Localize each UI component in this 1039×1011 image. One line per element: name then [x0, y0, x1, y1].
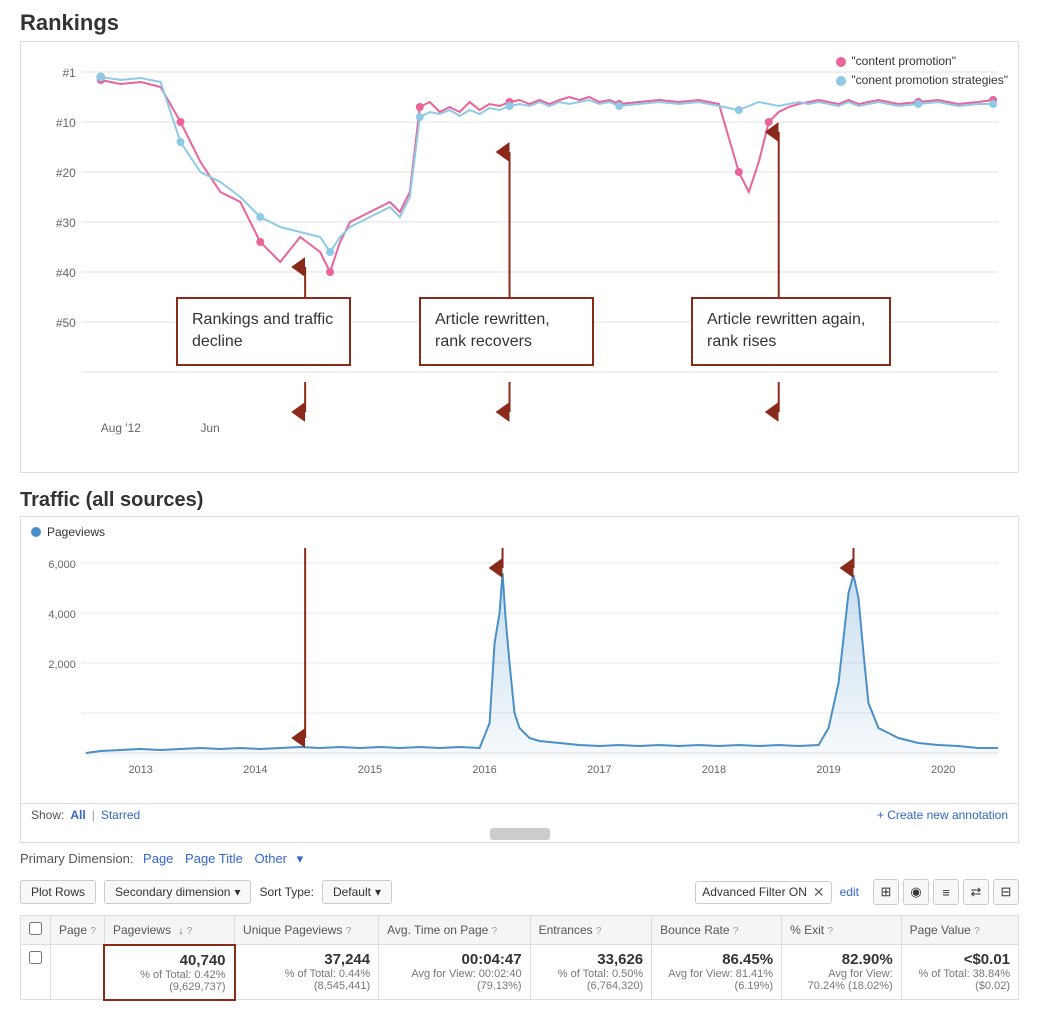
svg-text:#1: #1	[63, 66, 77, 80]
show-starred-link[interactable]: Starred	[101, 808, 140, 822]
th-entrances: Entrances ?	[530, 916, 652, 945]
annotation-box-1: Rankings and traffic decline	[176, 297, 351, 366]
sort-type-label: Sort Type:	[259, 885, 313, 899]
help-icon-3: ?	[346, 926, 352, 937]
traffic-chart: 6,000 4,000 2,000 2013 2014 2015 2016 20…	[21, 543, 1018, 803]
rankings-chart-section: "content promotion" "conent promotion st…	[20, 41, 1019, 473]
row-bounce-rate: 86.45% Avg for View: 81.41% (6.19%)	[652, 945, 782, 1000]
scroll-handle	[21, 826, 1018, 842]
plot-rows-button[interactable]: Plot Rows	[20, 880, 96, 904]
traffic-title: Traffic (all sources)	[20, 481, 1019, 516]
default-sort-button[interactable]: Default ▾	[322, 880, 392, 904]
show-all-link[interactable]: All	[70, 808, 85, 822]
th-bounce-rate: Bounce Rate ?	[652, 916, 782, 945]
traffic-legend-label: Pageviews	[47, 525, 105, 539]
th-page-value: Page Value ?	[901, 916, 1018, 945]
traffic-svg: 6,000 4,000 2,000 2013 2014 2015 2016 20…	[21, 543, 1018, 783]
primary-dim-label: Primary Dimension:	[20, 851, 133, 866]
rankings-chart: #1 #10 #20 #30 #40 #50 Aug '12 Jun	[21, 42, 1018, 472]
svg-text:2017: 2017	[587, 764, 611, 776]
chevron-down-icon: ▾	[234, 885, 240, 899]
traffic-chart-container: Pageviews 6,000 4,000 2,000 2013	[20, 516, 1019, 843]
compare-view-button[interactable]: ⇄	[963, 879, 989, 905]
row-checkbox-cell	[21, 945, 51, 1000]
row-page-value: <$0.01 % of Total: 38.84% ($0.02)	[901, 945, 1018, 1000]
th-page: Page ?	[51, 916, 105, 945]
row-unique-pageviews: 37,244 % of Total: 0.44% (8,545,441)	[235, 945, 379, 1000]
th-pct-exit: % Exit ?	[782, 916, 902, 945]
data-table: Page ? Pageviews ↓ ? Unique Pageviews ? …	[20, 915, 1019, 1001]
svg-text:Jun: Jun	[200, 421, 219, 435]
svg-text:#40: #40	[56, 266, 76, 280]
traffic-legend-dot	[31, 527, 41, 537]
row-pct-exit: 82.90% Avg for View: 70.24% (18.02%)	[782, 945, 902, 1000]
svg-text:#50: #50	[56, 316, 76, 330]
row-checkbox[interactable]	[29, 951, 42, 964]
help-icon-8: ?	[974, 926, 980, 937]
help-icon: ?	[90, 926, 96, 937]
row-entrances: 33,626 % of Total: 0.50% (6,764,320)	[530, 945, 652, 1000]
rankings-svg: #1 #10 #20 #30 #40 #50 Aug '12 Jun	[21, 42, 1018, 472]
annotation-box-2: Article rewritten, rank recovers	[419, 297, 594, 366]
filter-clear-button[interactable]: ✕	[813, 884, 825, 901]
svg-text:6,000: 6,000	[48, 559, 75, 571]
traffic-section: Traffic (all sources) Pageviews 6,000	[20, 481, 1019, 1001]
scroll-button[interactable]	[490, 828, 550, 840]
other-dropdown[interactable]: Other ▾	[255, 851, 310, 866]
rankings-title: Rankings	[20, 10, 1019, 36]
chevron-down-icon-2: ▾	[375, 885, 381, 899]
pie-view-button[interactable]: ◉	[903, 879, 929, 905]
help-icon-5: ?	[596, 926, 602, 937]
view-icons: ⊞ ◉ ≡ ⇄ ⊟	[873, 879, 1019, 905]
th-avg-time: Avg. Time on Page ?	[379, 916, 530, 945]
annotation-box-3: Article rewritten again, rank rises	[691, 297, 891, 366]
help-icon-7: ?	[827, 926, 833, 937]
main-container: Rankings "content promotion" "conent pro…	[0, 0, 1039, 1011]
row-pageviews: 40,740 % of Total: 0.42% (9,629,737)	[104, 945, 234, 1000]
svg-text:4,000: 4,000	[48, 609, 75, 621]
th-checkbox	[21, 916, 51, 945]
svg-text:2015: 2015	[358, 764, 382, 776]
svg-text:#30: #30	[56, 216, 76, 230]
pivot-view-button[interactable]: ⊟	[993, 879, 1019, 905]
row-avg-time: 00:04:47 Avg for View: 00:02:40 (79.13%)	[379, 945, 530, 1000]
show-bar: Show: All | Starred + Create new annotat…	[21, 803, 1018, 826]
grid-view-button[interactable]: ⊞	[873, 879, 899, 905]
svg-text:2013: 2013	[128, 764, 152, 776]
help-icon-6: ?	[733, 926, 739, 937]
svg-text:2018: 2018	[702, 764, 726, 776]
th-unique-pageviews: Unique Pageviews ?	[235, 916, 379, 945]
svg-text:#20: #20	[56, 166, 76, 180]
select-all-checkbox[interactable]	[29, 922, 42, 935]
help-icon-4: ?	[492, 926, 498, 937]
row-page	[51, 945, 105, 1000]
svg-text:2014: 2014	[243, 764, 267, 776]
edit-link[interactable]: edit	[840, 885, 859, 899]
primary-dimension-bar: Primary Dimension: Page Page Title Other…	[20, 843, 1019, 873]
page-title-link[interactable]: Page Title	[185, 851, 243, 866]
other-dropdown-arrow: ▾	[297, 851, 304, 866]
secondary-dimension-button[interactable]: Secondary dimension ▾	[104, 880, 251, 904]
svg-text:2016: 2016	[472, 764, 496, 776]
toolbar: Plot Rows Secondary dimension ▾ Sort Typ…	[20, 873, 1019, 911]
sort-arrow-icon: ↓	[178, 926, 183, 937]
filter-label: Advanced Filter ON	[702, 885, 807, 899]
filter-box: Advanced Filter ON ✕	[695, 881, 831, 904]
rankings-section: Rankings "content promotion" "conent pro…	[20, 10, 1019, 473]
svg-text:2020: 2020	[931, 764, 955, 776]
show-label: Show:	[31, 808, 64, 822]
table-row: 40,740 % of Total: 0.42% (9,629,737) 37,…	[21, 945, 1019, 1000]
create-annotation-link[interactable]: + Create new annotation	[877, 808, 1008, 822]
th-pageviews[interactable]: Pageviews ↓ ?	[104, 916, 234, 945]
list-view-button[interactable]: ≡	[933, 879, 959, 905]
svg-text:Aug '12: Aug '12	[101, 421, 142, 435]
svg-text:2,000: 2,000	[48, 659, 75, 671]
help-icon-2: ?	[187, 926, 193, 937]
traffic-legend: Pageviews	[21, 517, 1018, 543]
svg-text:#10: #10	[56, 116, 76, 130]
page-link[interactable]: Page	[143, 851, 173, 866]
svg-text:2019: 2019	[816, 764, 840, 776]
